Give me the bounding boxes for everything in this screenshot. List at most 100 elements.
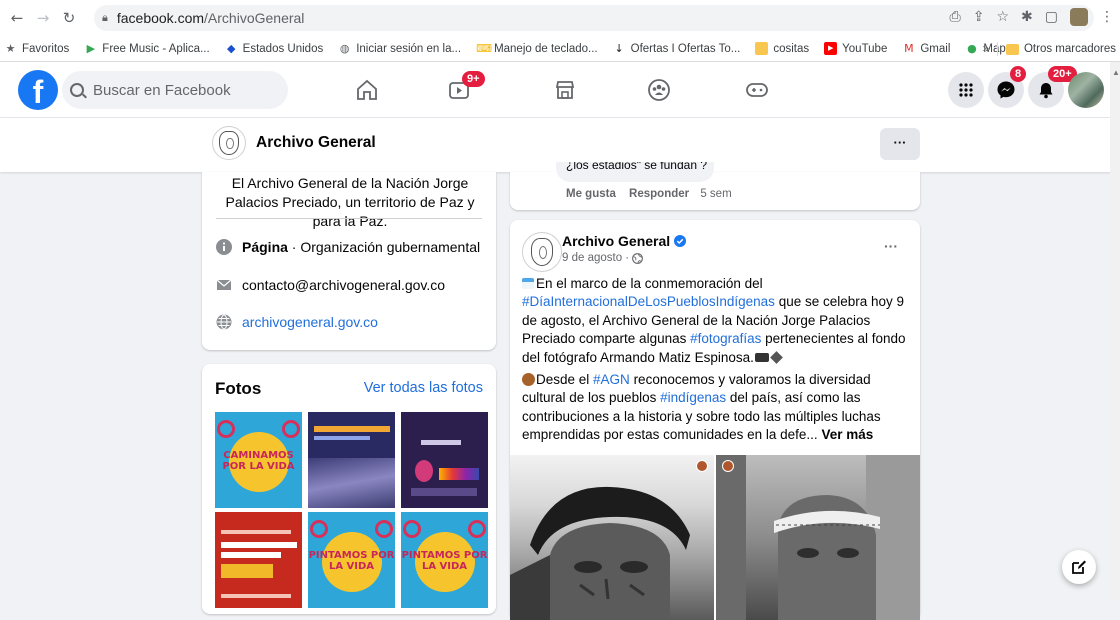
intro-card: El Archivo General de la Nación Jorge Pa… [202, 172, 496, 350]
diamond-emoji-icon [770, 350, 783, 364]
comment-reply-link[interactable]: Responder [629, 188, 689, 200]
flag-icon: ◆ [226, 42, 236, 55]
post-paragraph-2: Desde el #AGN reconocemos y valoramos la… [522, 371, 914, 445]
menu-grid-icon[interactable] [948, 72, 984, 108]
account-avatar[interactable] [1068, 72, 1104, 108]
post-author-name[interactable]: Archivo General [562, 233, 670, 249]
address-bar[interactable]: 🔒︎ facebook.com/ArchivoGeneral [94, 5, 1094, 31]
bookmark-item[interactable]: cositas [755, 42, 809, 55]
gmail-icon: M [904, 42, 914, 55]
url-host: facebook.com [116, 10, 205, 26]
reload-icon[interactable]: ↻ [58, 9, 80, 27]
public-globe-icon [632, 252, 644, 264]
email-text[interactable]: contacto@archivogeneral.gov.co [242, 277, 445, 293]
hashtag-link[interactable]: #fotografías [690, 331, 761, 346]
side-panel-icon[interactable]: ▢ [1045, 9, 1058, 25]
see-more-link[interactable]: Ver más [821, 427, 873, 442]
globe-icon [216, 314, 232, 330]
bookmark-label: Gmail [920, 42, 951, 55]
gaming-icon[interactable] [740, 74, 774, 106]
bookmark-label: Manejo de teclado... [494, 42, 598, 55]
post-text-segment: Desde el [536, 372, 594, 388]
profile-avatar[interactable] [1070, 8, 1088, 26]
tool-icon: ↓ [614, 42, 624, 55]
bookmark-label: Estados Unidos [242, 42, 324, 55]
photo-thumbnail[interactable] [401, 412, 488, 508]
extensions-icon[interactable]: ✱ [1021, 9, 1033, 25]
verified-badge-icon [674, 235, 687, 247]
page-scrollbar[interactable]: ▲ [1110, 62, 1120, 600]
share-icon[interactable]: ⇪ [973, 9, 985, 25]
portrait-photo-image [716, 455, 920, 620]
photo-thumbnail[interactable]: PINTAMOS POR LA VIDA [401, 512, 488, 608]
url-path: /ArchivoGeneral [204, 10, 305, 26]
bookmark-label: YouTube [842, 42, 888, 55]
post-date[interactable]: 9 de agosto · [562, 252, 632, 264]
bookmark-item[interactable]: ★ Favoritos [4, 42, 70, 55]
bookmark-item[interactable]: ▶ YouTube [824, 42, 887, 55]
comment-like-link[interactable]: Me gusta [566, 188, 616, 200]
bookmark-label: Free Music - Aplica... [102, 42, 210, 55]
search-input[interactable]: Buscar en Facebook [62, 71, 288, 109]
category-value: · Organización gubernamental [287, 239, 481, 255]
watch-icon[interactable]: 9+ [442, 71, 485, 106]
portrait-photo-image [510, 486, 690, 620]
bookmarks-overflow-button[interactable]: » [983, 43, 989, 55]
post-body: En el marco de la conmemoración del #Día… [522, 275, 914, 445]
page-avatar[interactable] [212, 126, 246, 160]
photos-grid: CAMINAMOS POR LA VIDA PINTAMOS POR LA VID… [215, 412, 488, 612]
calendar-emoji-icon [522, 278, 534, 289]
forward-arrow-icon[interactable]: → [32, 9, 54, 27]
post-author-avatar[interactable] [522, 232, 562, 272]
page-title[interactable]: Archivo General [256, 134, 376, 152]
page-category: Página · Organización gubernamental [216, 239, 480, 255]
hashtag-link[interactable]: #indígenas [660, 390, 726, 405]
bookmarks-bar: ★ Favoritos ▶ Free Music - Aplica... ◆ Estado… [0, 36, 1120, 62]
marketplace-icon[interactable] [548, 74, 582, 106]
page-bio: El Archivo General de la Nación Jorge Pa… [225, 175, 475, 229]
separator [996, 42, 998, 56]
folder-icon [1005, 43, 1019, 55]
folder-icon [755, 42, 769, 55]
bookmark-item[interactable]: ↓ Ofertas I Ofertas To... [613, 42, 741, 55]
browser-toolbar: ← → ↻ 🔒︎ facebook.com/ArchivoGeneral ⎙ ⇪… [0, 0, 1120, 36]
comment-time[interactable]: 5 sem [700, 188, 731, 200]
bookmark-star-icon[interactable]: ☆ [996, 9, 1009, 25]
hashtag-link[interactable]: #DíaInternacionalDeLosPueblosIndígenas [522, 294, 775, 309]
see-all-photos-link[interactable]: Ver todas las fotos [364, 380, 483, 396]
hand-emoji-icon [522, 373, 535, 387]
back-arrow-icon[interactable]: ← [6, 9, 28, 27]
photo-thumbnail[interactable]: PINTAMOS POR LA VIDA [308, 512, 395, 608]
previous-post-card: ¿los estadios" se fundan ? Me gusta Resp… [510, 162, 920, 210]
category-label: Página [242, 239, 288, 255]
bookmark-item[interactable]: ◆ Estados Unidos [225, 42, 324, 55]
notifications-bell-icon[interactable]: 20+ [1028, 66, 1077, 108]
photo-thumbnail[interactable] [308, 412, 395, 508]
bookmark-item[interactable]: M Gmail [902, 42, 950, 55]
bookmark-item[interactable]: ⌨ Manejo de teclado... [476, 42, 598, 55]
other-bookmarks-button[interactable]: Otros marcadores [1024, 43, 1116, 55]
new-message-button[interactable] [1062, 550, 1096, 584]
home-icon[interactable] [350, 74, 384, 106]
post-more-button[interactable]: ··· [884, 238, 898, 254]
groups-icon[interactable] [642, 74, 676, 106]
website-link[interactable]: archivogeneral.gov.co [242, 314, 378, 330]
post-photo-1[interactable] [510, 455, 714, 620]
post-photo-2[interactable] [716, 455, 920, 620]
watch-badge: 9+ [462, 71, 485, 87]
menu-kebab-icon[interactable]: ⋮ [1100, 9, 1114, 25]
compose-icon [1072, 560, 1086, 574]
post-text-segment: En el marco de la conmemoración del [536, 276, 763, 291]
divider [216, 218, 482, 219]
bookmark-item[interactable]: ▶ Free Music - Aplica... [84, 42, 210, 55]
photo-thumbnail[interactable] [215, 512, 302, 608]
facebook-logo-icon[interactable]: f [18, 70, 58, 110]
bookmark-label: Favoritos [22, 42, 70, 55]
bookmark-item[interactable]: ◍ Iniciar sesión en la... [338, 42, 461, 55]
messenger-icon[interactable]: 8 [988, 66, 1027, 108]
maps-icon: ● [967, 42, 977, 55]
install-app-icon[interactable]: ⎙ [950, 9, 961, 25]
page-more-button[interactable]: ··· [880, 128, 920, 160]
hashtag-link[interactable]: #AGN [593, 372, 630, 387]
photo-thumbnail[interactable]: CAMINAMOS POR LA VIDA [215, 412, 302, 508]
